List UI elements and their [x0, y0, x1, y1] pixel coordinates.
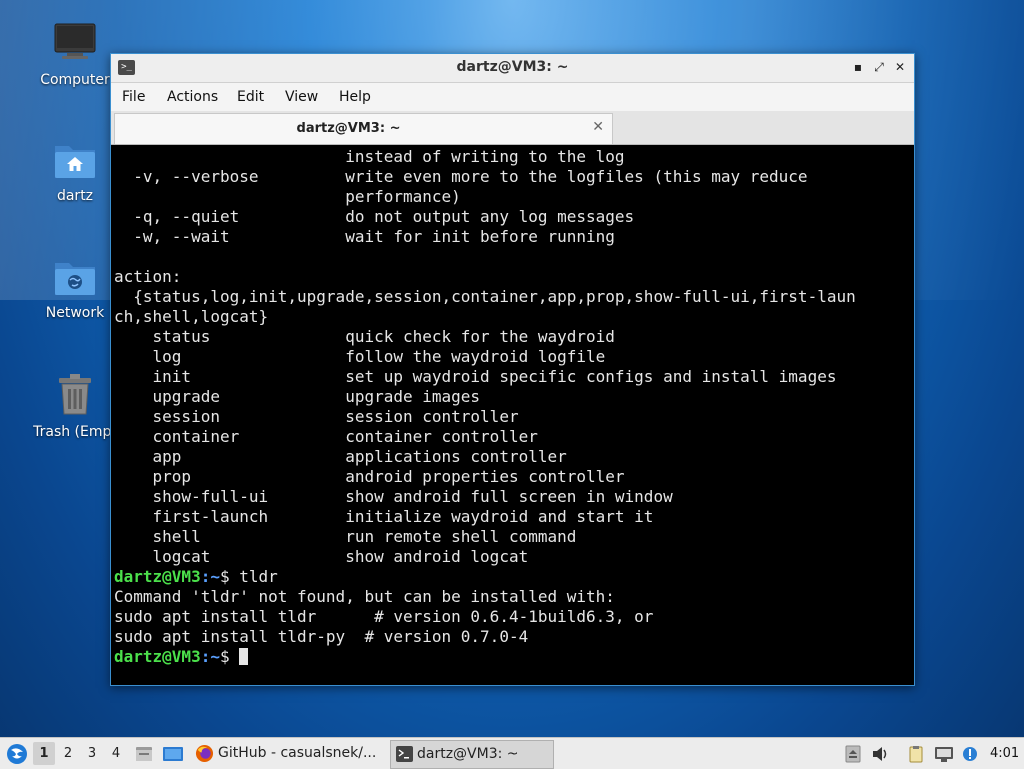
terminal-line: log follow the waydroid logfile — [114, 347, 606, 366]
terminal-line: session session controller — [114, 407, 519, 426]
firefox-icon — [195, 744, 214, 763]
desktop-icon-computer[interactable]: Computer — [27, 22, 123, 88]
terminal-output[interactable]: instead of writing to the log -v, --verb… — [114, 147, 910, 680]
terminal-line: prop android properties controller — [114, 467, 625, 486]
file-manager-icon[interactable] — [134, 744, 154, 764]
terminal-line: status quick check for the waydroid — [114, 327, 615, 346]
task-firefox[interactable]: GitHub - casualsnek/... — [192, 740, 404, 767]
desktop-icon-label: dartz — [56, 188, 94, 204]
terminal-output-line: sudo apt install tldr # version 0.6.4-1b… — [114, 607, 654, 626]
window-titlebar[interactable]: >_ dartz@VM3: ~ ▪ ⤢ ✕ — [111, 54, 914, 83]
terminal-line: -w, --wait wait for init before running — [114, 227, 615, 246]
network-folder-icon — [55, 263, 95, 295]
text-cursor — [239, 648, 249, 665]
terminal-line: action: — [114, 267, 182, 286]
prompt-symbol: $ — [219, 647, 240, 666]
terminal-line: shell run remote shell command — [114, 527, 577, 546]
workspace-3[interactable]: 3 — [81, 742, 103, 765]
terminal-current-prompt: dartz@VM3:~$ — [114, 647, 910, 667]
terminal-window[interactable]: >_ dartz@VM3: ~ ▪ ⤢ ✕ File Actions Edit … — [110, 53, 915, 686]
prompt-path: :~ — [200, 567, 220, 586]
terminal-command: tldr — [239, 567, 278, 586]
start-menu-icon[interactable] — [5, 742, 29, 766]
terminal-command-line: dartz@VM3:~$ tldr — [114, 567, 910, 587]
menu-actions[interactable]: Actions — [167, 89, 218, 105]
desktop-icon-label: Trash (Empt — [33, 424, 117, 440]
home-folder-icon — [55, 146, 95, 178]
close-button[interactable]: ✕ — [892, 59, 908, 75]
menu-bar: File Actions Edit View Help — [111, 83, 914, 111]
window-title: dartz@VM3: ~ — [456, 59, 569, 75]
task-label: dartz@VM3: ~ — [417, 746, 519, 762]
tab-bar: dartz@VM3: ~ ✕ — [111, 111, 914, 145]
prompt-symbol: $ — [219, 567, 240, 586]
computer-icon — [54, 23, 96, 59]
terminal-output-line: sudo apt install tldr-py # version 0.7.0… — [114, 627, 529, 646]
tab-close-icon[interactable]: ✕ — [592, 119, 604, 135]
terminal-help-text: instead of writing to the log -v, --verb… — [114, 147, 910, 567]
terminal-output-line: Command 'tldr' not found, but can be ins… — [114, 587, 615, 606]
update-notifier-icon[interactable] — [961, 745, 979, 763]
terminal-line: show-full-ui show android full screen in… — [114, 487, 673, 506]
task-label: GitHub - casualsnek/... — [218, 745, 377, 761]
workspace-4[interactable]: 4 — [105, 742, 127, 765]
volume-icon[interactable] — [871, 745, 889, 763]
task-terminal[interactable]: dartz@VM3: ~ — [390, 740, 554, 769]
desktop-icon-trash[interactable]: Trash (Empt — [27, 372, 123, 440]
maximize-button[interactable]: ⤢ — [871, 59, 887, 75]
desktop-icon-network[interactable]: Network — [27, 257, 123, 321]
show-desktop-icon[interactable] — [162, 744, 184, 764]
menu-help[interactable]: Help — [339, 89, 371, 105]
tab-label: dartz@VM3: ~ — [296, 121, 401, 136]
terminal-line: app applications controller — [114, 447, 567, 466]
clipboard-icon[interactable] — [907, 745, 925, 763]
terminal-line: first-launch initialize waydroid and sta… — [114, 507, 654, 526]
terminal-line: performance) — [114, 187, 461, 206]
minimize-button[interactable]: ▪ — [850, 59, 866, 75]
prompt-user: dartz@VM3 — [114, 647, 201, 666]
prompt-user: dartz@VM3 — [114, 567, 201, 586]
terminal-line: -v, --verbose write even more to the log… — [114, 167, 808, 186]
workspace-1[interactable]: 1 — [33, 742, 55, 765]
terminal-line: container container controller — [114, 427, 538, 446]
eject-icon[interactable] — [844, 745, 862, 763]
clock[interactable]: 4:01 — [990, 738, 1019, 769]
terminal-line: instead of writing to the log — [114, 147, 625, 166]
taskbar: 1 2 3 4 GitHub - casualsnek/... dartz@VM… — [0, 737, 1024, 769]
menu-view[interactable]: View — [285, 89, 318, 105]
terminal-line: -q, --quiet do not output any log messag… — [114, 207, 635, 226]
workspace-2[interactable]: 2 — [57, 742, 79, 765]
terminal-line: ch,shell,logcat} — [114, 307, 269, 326]
desktop-icon-label: Network — [45, 305, 105, 321]
desktop-icon-label: Computer — [40, 72, 110, 88]
desktop-icon-home[interactable]: dartz — [27, 140, 123, 204]
tab-terminal[interactable]: dartz@VM3: ~ ✕ — [114, 113, 613, 144]
terminal-line: init set up waydroid specific configs an… — [114, 367, 837, 386]
terminal-line: {status,log,init,upgrade,session,contain… — [114, 287, 856, 306]
menu-file[interactable]: File — [122, 89, 145, 105]
prompt-path: :~ — [200, 647, 220, 666]
terminal-line: logcat show android logcat — [114, 547, 529, 566]
terminal-line: upgrade upgrade images — [114, 387, 481, 406]
terminal-icon — [396, 746, 413, 762]
menu-edit[interactable]: Edit — [237, 89, 264, 105]
network-status-icon[interactable] — [934, 745, 954, 763]
trash-icon — [59, 374, 91, 415]
